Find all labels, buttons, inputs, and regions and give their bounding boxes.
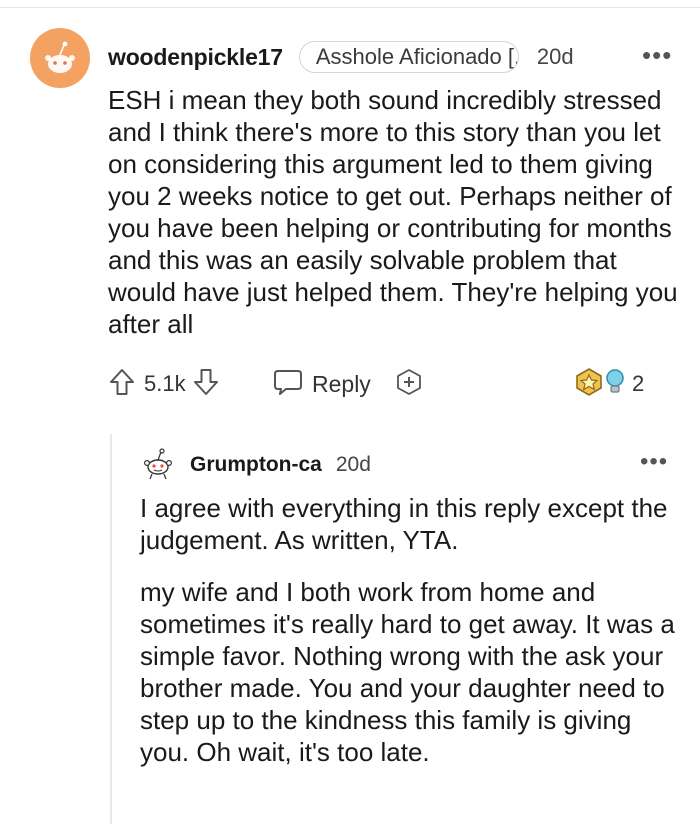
more-options-icon[interactable]: ••• xyxy=(642,40,672,71)
thread-line[interactable] xyxy=(110,434,112,824)
vote-group: 5.1k xyxy=(108,365,220,403)
helpful-bulb-icon xyxy=(604,367,626,402)
upvote-icon[interactable] xyxy=(108,367,136,402)
comment-header: woodenpickle17 Asshole Aficionado [... 2… xyxy=(108,38,668,76)
reply-header: Grumpton-ca 20d xyxy=(190,450,371,480)
comment-body: ESH i mean they both sound incredibly st… xyxy=(108,85,678,339)
reply-avatar[interactable] xyxy=(140,446,176,482)
reply-body: I agree with everything in this reply ex… xyxy=(140,492,680,788)
user-avatar[interactable] xyxy=(30,28,90,88)
speech-bubble-icon xyxy=(272,367,304,402)
add-award-button[interactable] xyxy=(394,365,424,403)
snoo-avatar-icon xyxy=(30,28,90,88)
snoo-avatar-icon xyxy=(143,448,173,480)
plus-circle-icon xyxy=(394,367,424,402)
more-options-icon[interactable]: ••• xyxy=(640,448,668,476)
awards-group[interactable]: 2 xyxy=(574,365,644,403)
reply-button[interactable]: Reply xyxy=(272,365,371,403)
award-count: 2 xyxy=(632,371,645,396)
vote-score: 5.1k xyxy=(144,371,186,396)
downvote-icon[interactable] xyxy=(192,367,220,402)
gold-award-icon xyxy=(574,367,604,402)
comment-username[interactable]: woodenpickle17 xyxy=(108,44,283,71)
top-divider xyxy=(0,7,700,8)
comment-age: 20d xyxy=(536,44,574,69)
reply-age: 20d xyxy=(335,453,371,476)
user-flair: Asshole Aficionado [... xyxy=(298,41,519,73)
reply-label: Reply xyxy=(312,370,371,397)
reply-username[interactable]: Grumpton-ca xyxy=(190,453,322,477)
comment-actions: 5.1k Reply 2 xyxy=(108,365,668,403)
reply-paragraph: I agree with everything in this reply ex… xyxy=(140,493,668,555)
reply-paragraph: my wife and I both work from home and so… xyxy=(140,577,675,767)
